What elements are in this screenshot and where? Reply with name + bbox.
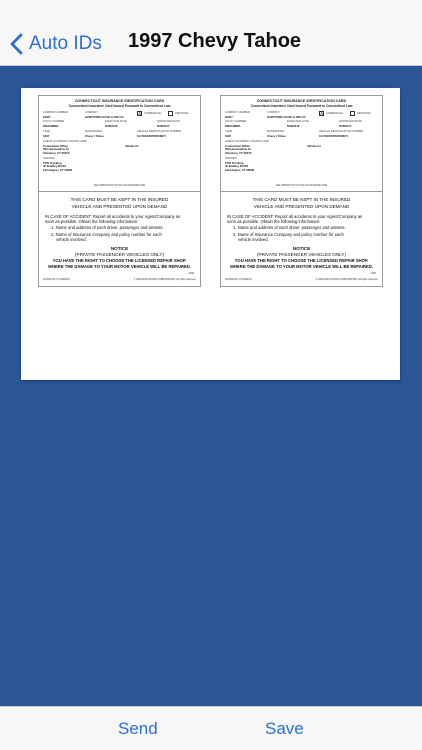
form-year: 2006 [188, 272, 194, 275]
commercial-checkbox: X [137, 111, 142, 117]
accident-item-2-cont: vehicle involved. [238, 237, 269, 242]
commercial-label: COMMERCIAL [144, 111, 162, 115]
vehicle-vin: 1GYEK63N76R168971 [137, 134, 167, 138]
insured-line: Farmington, CT 06085 [43, 167, 73, 172]
card-back: THIS CARD MUST BE KEPT IN THE INSURED VE… [39, 191, 200, 286]
notice-title: NOTICE [292, 246, 311, 251]
personal-label: PERSONAL [357, 111, 372, 115]
form-code: ACORD 50 CT (2006/01) [43, 278, 70, 281]
notice-subtitle: (PRIVATE PASSENGER VEHICLES ONLY) [256, 251, 346, 257]
insurance-document-page: CONNECTICUT INSURANCE IDENTIFICATION CAR… [21, 88, 400, 380]
vehicle-make-model: Chevy / Tahoe [85, 134, 104, 138]
keep-card-line: VEHICLE AND PRESENTED UPON DEMAND [71, 204, 168, 209]
repair-notice-line: YOU HAVE THE RIGHT TO CHOOSE THE LICENSE… [52, 258, 187, 263]
vehicle-year: 1997 [43, 134, 50, 138]
back-label: Auto IDs [29, 33, 102, 54]
send-button[interactable]: Send [118, 719, 158, 739]
insurance-id-card: CONNECTICUT INSURANCE IDENTIFICATION CAR… [220, 95, 383, 287]
card-header-subtitle: Connecticut Insurance Card Issued Pursua… [250, 104, 353, 108]
document-viewer[interactable]: CONNECTICUT INSURANCE IDENTIFICATION CAR… [0, 66, 422, 706]
see-notice-text: SEE IMPORTANT NOTICE ON REVERSE SIDE [93, 184, 146, 187]
effective-date: 5/20/2016 [287, 124, 300, 128]
bottom-toolbar: Send Save [0, 706, 422, 750]
accident-item-1: 1. Name and address of each driver, pass… [51, 225, 164, 230]
form-year: 2006 [370, 272, 376, 275]
commercial-label: COMMERCIAL [326, 111, 344, 115]
insured-line: Farmington, CT 06085 [225, 167, 255, 172]
policy-number: WBAHMWA [225, 124, 241, 128]
keep-card-line: VEHICLE AND PRESENTED UPON DEMAND [253, 204, 350, 209]
expiration-date: 5/20/2017 [157, 124, 170, 128]
see-notice-text: SEE IMPORTANT NOTICE ON REVERSE SIDE [275, 184, 328, 187]
personal-label: PERSONAL [175, 111, 190, 115]
form-code: ACORD 50 CT (2006/01) [225, 278, 252, 281]
vehicle-year: 1997 [225, 134, 232, 138]
accident-item-1: 1. Name and address of each driver, pass… [233, 225, 346, 230]
repair-notice-line: WHERE THE DAMAGE TO YOUR MOTOR VEHICLE W… [230, 264, 373, 269]
vehicle-make-model: Chevy / Tahoe [267, 134, 286, 138]
page-title: 1997 Chevy Tahoe [128, 30, 302, 52]
keep-card-line: THIS CARD MUST BE KEPT IN THE INSURED [70, 197, 169, 202]
accident-line: soon as possible. Obtain the following i… [45, 219, 139, 224]
copyright-text: © 2000-2006 ACORD CORPORATION. All right… [315, 278, 378, 281]
notice-subtitle: (PRIVATE PASSENGER VEHICLES ONLY) [74, 251, 164, 257]
expiration-date: 5/20/2017 [339, 124, 352, 128]
commercial-checkbox: X [319, 111, 324, 117]
personal-checkbox [168, 111, 173, 116]
card-header-subtitle: Connecticut Insurance Card Issued Pursua… [68, 104, 171, 108]
repair-notice-line: WHERE THE DAMAGE TO YOUR MOTOR VEHICLE W… [48, 264, 191, 269]
card-front: CONNECTICUT INSURANCE IDENTIFICATION CAR… [221, 96, 382, 192]
copyright-text: © 2000-2006 ACORD CORPORATION. All right… [133, 278, 196, 281]
keep-card-line: THIS CARD MUST BE KEPT IN THE INSURED [252, 197, 351, 202]
accident-item-2-cont: vehicle involved. [56, 237, 87, 242]
vehicle-location: Vehicle Co [307, 143, 322, 148]
company-name: HARTFORD ACCID & IND CO [267, 115, 306, 119]
notice-title: NOTICE [110, 246, 129, 251]
accident-line: soon as possible. Obtain the following i… [227, 219, 321, 224]
agency-line: Simsbury, CT 06070 [225, 150, 252, 155]
card-front: CONNECTICUT INSURANCE IDENTIFICATION CAR… [39, 96, 200, 192]
policy-number: WBAHMWA [43, 124, 59, 128]
company-number: 22357 [225, 115, 233, 119]
effective-date: 5/20/2016 [105, 124, 118, 128]
personal-checkbox [350, 111, 355, 116]
repair-notice-line: YOU HAVE THE RIGHT TO CHOOSE THE LICENSE… [234, 258, 369, 263]
save-button[interactable]: Save [265, 719, 304, 739]
insurance-id-card: CONNECTICUT INSURANCE IDENTIFICATION CAR… [38, 95, 201, 287]
vehicle-location: Vehicle Co [125, 143, 140, 148]
vehicle-vin: 1GYEK63N76R168971 [319, 134, 349, 138]
navigation-bar: Auto IDs 1997 Chevy Tahoe [0, 0, 422, 66]
company-number: 22357 [43, 115, 51, 119]
chevron-left-icon [10, 33, 23, 55]
agency-line: Simsbury, CT 06070 [43, 150, 70, 155]
company-name: HARTFORD ACCID & IND CO [85, 115, 124, 119]
back-button[interactable]: Auto IDs [10, 28, 102, 60]
card-back: THIS CARD MUST BE KEPT IN THE INSURED VE… [221, 191, 382, 286]
